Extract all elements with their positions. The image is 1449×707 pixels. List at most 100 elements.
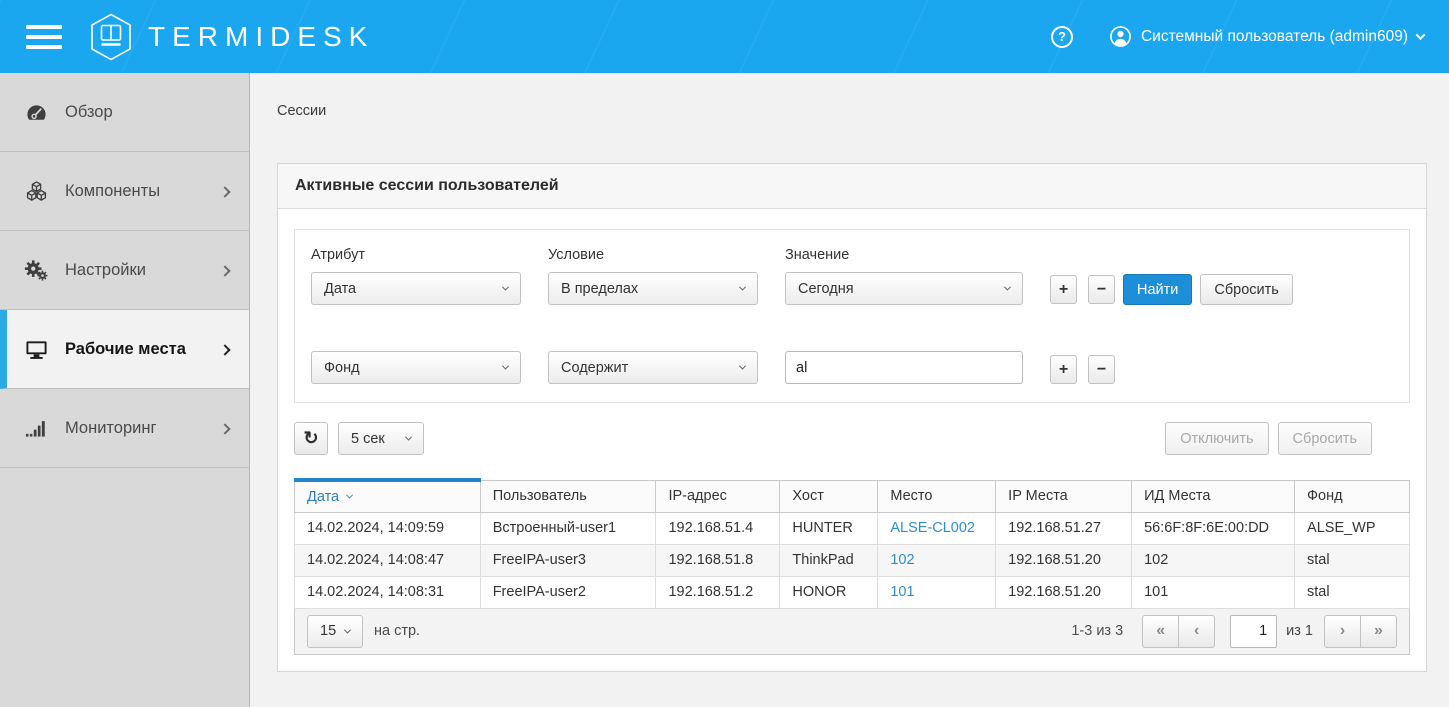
attribute-select-2-value: Фонд: [324, 360, 360, 376]
condition-select-2-value: Содержит: [561, 360, 628, 376]
filter-box: Атрибут Дата Условие В пределах: [294, 229, 1410, 403]
condition-select[interactable]: В пределах: [548, 272, 758, 305]
last-page-button[interactable]: »: [1360, 615, 1397, 648]
termidesk-hexagon-icon: [89, 13, 133, 61]
results-range: 1-3 из 3: [1071, 623, 1123, 639]
table-row: 14.02.2024, 14:09:59 Встроенный-user1 19…: [295, 512, 1410, 544]
cell-user: FreeIPA-user2: [480, 576, 656, 608]
desktop-icon: [22, 338, 50, 361]
reset-filters-button[interactable]: Сбросить: [1200, 274, 1292, 305]
cubes-icon: [22, 180, 50, 203]
chevron-down-icon: [502, 363, 509, 370]
disconnect-button[interactable]: Отключить: [1165, 422, 1268, 455]
refresh-icon[interactable]: ↻: [294, 422, 328, 455]
top-bar: TERMIDESK ? Системный пользователь (admi…: [0, 0, 1449, 73]
sidebar-item-label: Обзор: [65, 103, 113, 122]
sessions-panel: Активные сессии пользователей Атрибут Да…: [277, 163, 1427, 672]
column-header-date[interactable]: Дата: [295, 480, 481, 512]
attribute-select[interactable]: Дата: [311, 272, 521, 305]
column-header-place-id[interactable]: ИД Места: [1132, 480, 1295, 512]
column-header-host[interactable]: Хост: [780, 480, 878, 512]
cell-date: 14.02.2024, 14:08:47: [295, 544, 481, 576]
add-filter-button-2[interactable]: +: [1050, 355, 1077, 384]
attribute-label: Атрибут: [311, 247, 521, 263]
main-content: Сессии Активные сессии пользователей Атр…: [251, 73, 1449, 707]
hamburger-menu-icon[interactable]: [26, 19, 62, 55]
monitoring-icon: [22, 417, 50, 440]
sidebar-item-workplaces[interactable]: Рабочие места: [0, 310, 249, 389]
table-footer: 15 на стр. 1-3 из 3 « ‹ из 1 › »: [294, 609, 1410, 655]
table-row: 14.02.2024, 14:08:31 FreeIPA-user2 192.1…: [295, 576, 1410, 608]
sidebar-item-label: Мониторинг: [65, 419, 157, 438]
column-header-place-ip[interactable]: IP Места: [996, 480, 1132, 512]
chevron-down-icon: [1004, 284, 1011, 291]
chevron-down-icon: [344, 626, 351, 633]
sidebar-item-label: Настройки: [65, 261, 146, 280]
table-row: 14.02.2024, 14:08:47 FreeIPA-user3 192.1…: [295, 544, 1410, 576]
place-link[interactable]: 101: [890, 584, 914, 600]
chevron-down-icon: [405, 434, 412, 441]
sidebar: Обзор Компоненты: [0, 73, 250, 707]
remove-filter-button[interactable]: −: [1088, 275, 1115, 304]
cell-pool: stal: [1295, 576, 1410, 608]
per-page-select[interactable]: 15: [307, 615, 363, 648]
cell-place-ip: 192.168.51.27: [996, 512, 1132, 544]
value-input-2[interactable]: [785, 351, 1023, 384]
sidebar-item-label: Рабочие места: [65, 340, 186, 359]
chevron-right-icon: [219, 186, 230, 197]
cell-place-id: 56:6F:8F:6E:00:DD: [1132, 512, 1295, 544]
chevron-right-icon: [219, 265, 230, 276]
table-toolbar: ↻ 5 сек Отключить Сбросить: [294, 422, 1410, 455]
gears-icon: [22, 259, 50, 282]
place-link[interactable]: 102: [890, 552, 914, 568]
value-select[interactable]: Сегодня: [785, 272, 1023, 305]
remove-filter-button-2[interactable]: −: [1088, 355, 1115, 384]
attribute-select-2[interactable]: Фонд: [311, 351, 521, 384]
column-header-ip[interactable]: IP-адрес: [656, 480, 780, 512]
cell-host: HONOR: [780, 576, 878, 608]
cell-user: Встроенный-user1: [480, 512, 656, 544]
cell-ip: 192.168.51.4: [656, 512, 780, 544]
per-page-value: 15: [320, 623, 336, 639]
sidebar-item-overview[interactable]: Обзор: [0, 73, 249, 152]
refresh-interval-select[interactable]: 5 сек: [338, 422, 424, 455]
page-number-input[interactable]: [1230, 615, 1277, 648]
panel-title: Активные сессии пользователей: [278, 164, 1426, 209]
cell-user: FreeIPA-user3: [480, 544, 656, 576]
prev-page-button[interactable]: ‹: [1178, 615, 1215, 648]
first-page-button[interactable]: «: [1142, 615, 1179, 648]
sidebar-item-monitoring[interactable]: Мониторинг: [0, 389, 249, 468]
sidebar-item-settings[interactable]: Настройки: [0, 231, 249, 310]
help-icon[interactable]: ?: [1051, 26, 1073, 48]
table-header-row: Дата Пользователь IP-адрес Хост Место IP…: [295, 480, 1410, 512]
value-select-value: Сегодня: [798, 281, 854, 297]
place-link[interactable]: ALSE-CL002: [890, 520, 975, 536]
cell-place-ip: 192.168.51.20: [996, 576, 1132, 608]
refresh-interval-value: 5 сек: [351, 431, 385, 447]
next-page-button[interactable]: ›: [1324, 615, 1361, 648]
cell-host: HUNTER: [780, 512, 878, 544]
sidebar-item-label: Компоненты: [65, 182, 160, 201]
column-header-place[interactable]: Место: [878, 480, 996, 512]
chevron-right-icon: [219, 344, 230, 355]
attribute-select-value: Дата: [324, 281, 356, 297]
chevron-down-icon: [739, 284, 746, 291]
cell-date: 14.02.2024, 14:08:31: [295, 576, 481, 608]
cell-place-ip: 192.168.51.20: [996, 544, 1132, 576]
sidebar-item-components[interactable]: Компоненты: [0, 152, 249, 231]
search-button[interactable]: Найти: [1123, 274, 1192, 305]
add-filter-button[interactable]: +: [1050, 275, 1077, 304]
column-header-user[interactable]: Пользователь: [480, 480, 656, 512]
user-avatar-icon: [1109, 25, 1132, 48]
cell-ip: 192.168.51.8: [656, 544, 780, 576]
cell-host: ThinkPad: [780, 544, 878, 576]
user-menu[interactable]: Системный пользователь (admin609): [1109, 25, 1424, 48]
per-page-label: на стр.: [374, 623, 420, 639]
column-header-pool[interactable]: Фонд: [1295, 480, 1410, 512]
cell-pool: stal: [1295, 544, 1410, 576]
condition-select-2[interactable]: Содержит: [548, 351, 758, 384]
reset-sessions-button[interactable]: Сбросить: [1278, 422, 1372, 455]
page-of-label: из 1: [1286, 623, 1313, 639]
value-label: Значение: [785, 247, 1023, 263]
chevron-down-icon: [739, 363, 746, 370]
